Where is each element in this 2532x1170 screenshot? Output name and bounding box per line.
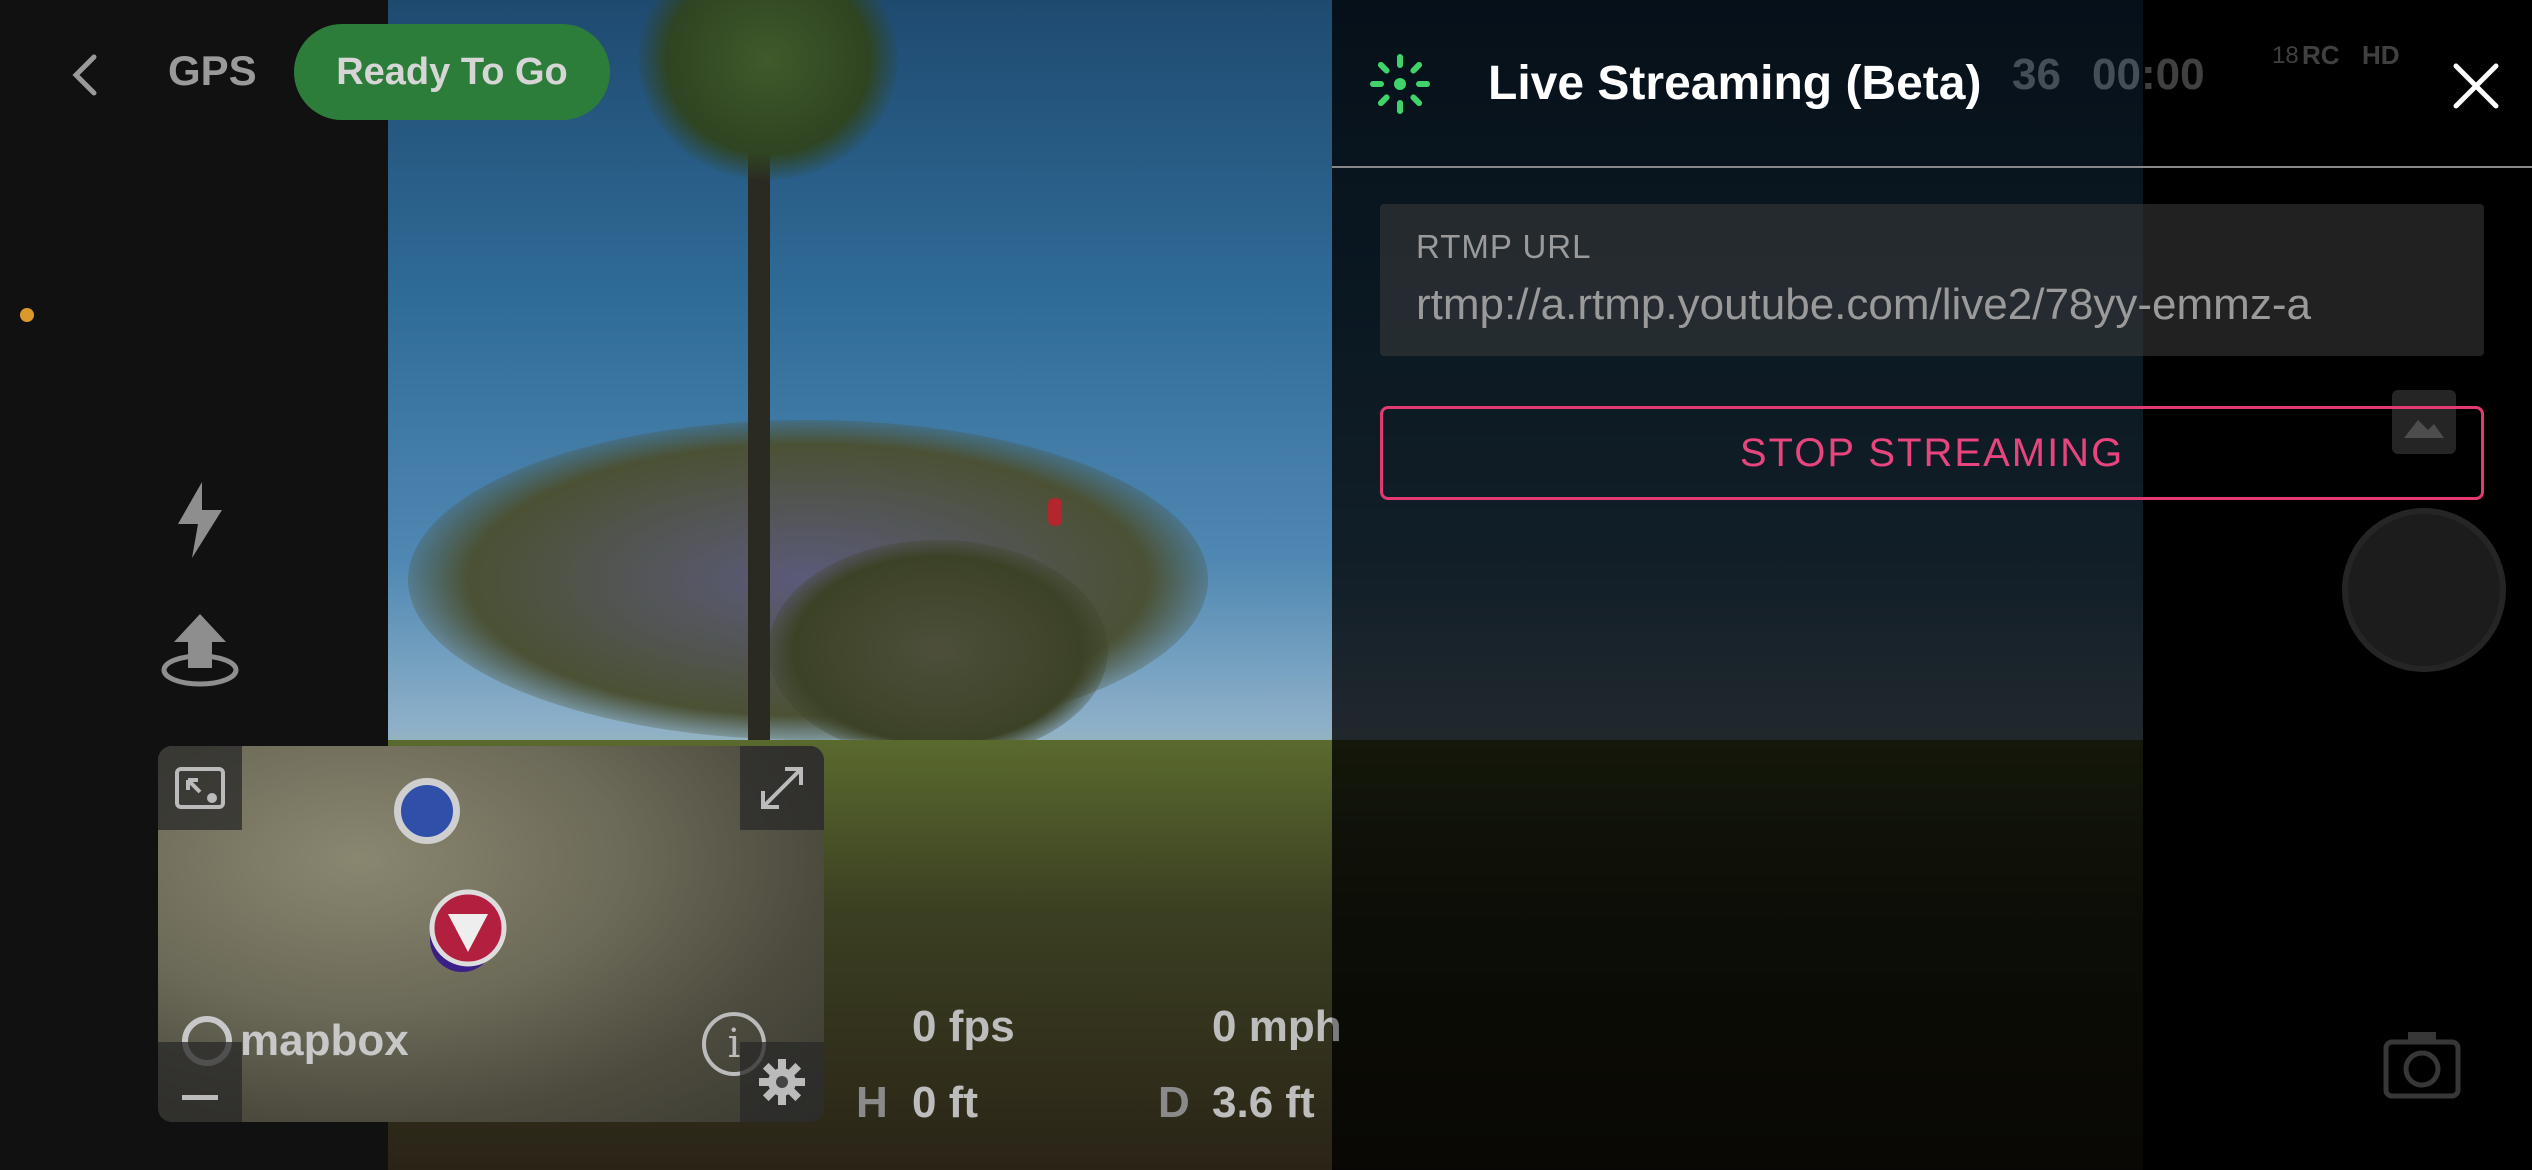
takeoff-icon [161, 614, 239, 687]
height-prefix: H [856, 1078, 888, 1127]
panel-title: Live Streaming (Beta) [1488, 57, 1982, 110]
gps-label: GPS [168, 47, 257, 94]
map-expand-button[interactable] [740, 746, 824, 830]
flight-timer: 00:00 [2092, 50, 2205, 99]
takeoff-button[interactable] [160, 612, 240, 692]
rc-label: RC [2302, 40, 2340, 70]
battery-level: 36 [2012, 50, 2061, 99]
fps-readout: 0 fps [912, 1002, 1015, 1051]
flash-button[interactable] [172, 480, 228, 560]
hd-label: HD [2362, 40, 2400, 70]
distance-prefix: D [1158, 1078, 1190, 1127]
back-button[interactable] [60, 50, 110, 100]
satellite-count: 18 [2272, 42, 2299, 69]
back-chevron-icon [72, 54, 97, 96]
gear-icon [759, 1059, 805, 1105]
live-streaming-panel: Live Streaming (Beta) 36 00:00 18 RC HD … [1332, 0, 2532, 1170]
map-zoom-out-button[interactable] [158, 1042, 242, 1122]
map-settings-button[interactable] [740, 1042, 824, 1122]
rtmp-url-value[interactable]: rtmp://a.rtmp.youtube.com/live2/78yy-emm… [1416, 280, 2448, 330]
picture-in-picture-icon [175, 767, 225, 809]
distance-readout: 3.6 ft [1212, 1078, 1315, 1127]
notification-dot [20, 308, 34, 322]
flash-icon [178, 482, 222, 558]
close-button[interactable] [2450, 60, 2502, 112]
expand-icon [761, 767, 803, 809]
home-location-marker [394, 778, 460, 844]
speed-readout: 0 mph [1212, 1002, 1342, 1051]
close-icon [2453, 63, 2499, 109]
panel-header: Live Streaming (Beta) 36 00:00 18 RC HD [1332, 0, 2532, 168]
rtmp-url-field[interactable]: RTMP URL rtmp://a.rtmp.youtube.com/live2… [1380, 204, 2484, 356]
background-status-strip: 36 00:00 18 RC HD [2012, 20, 2400, 120]
minus-icon [182, 1094, 218, 1100]
status-badge[interactable]: Ready To Go [294, 24, 610, 120]
stop-streaming-button[interactable]: STOP STREAMING [1380, 406, 2484, 500]
mapbox-logo-text: mapbox [240, 1016, 409, 1065]
map-minimize-button[interactable] [158, 746, 242, 830]
height-readout: 0 ft [912, 1078, 978, 1127]
stream-icon [1370, 54, 1430, 114]
rtmp-url-label: RTMP URL [1416, 228, 1592, 265]
drone-location-icon [429, 889, 507, 972]
mini-map[interactable]: mapbox i [158, 746, 824, 1122]
